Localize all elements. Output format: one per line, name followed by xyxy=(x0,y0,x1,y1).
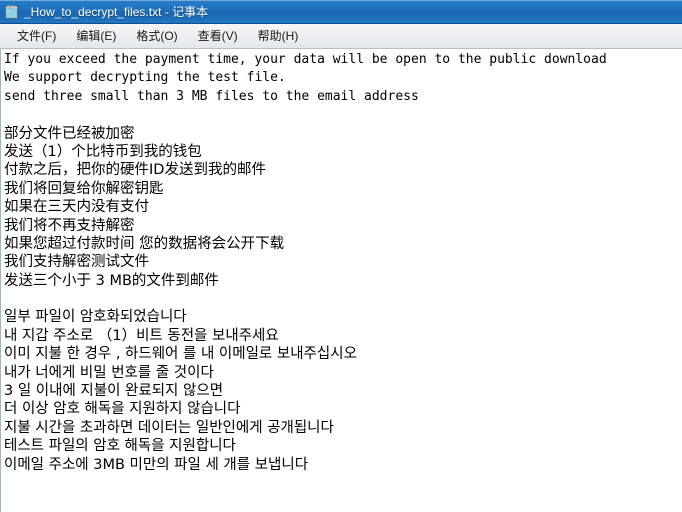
text-line: 내가 너에게 비밀 번호를 줄 것이다 xyxy=(4,364,214,381)
text-line: 3 일 이내에 지불이 완료되지 않으면 xyxy=(4,383,224,400)
text-line: 发送三个小于 3 MB的文件到邮件 xyxy=(4,272,219,289)
text-line: 내 지갑 주소로 （1）비트 동전을 보내주세요 xyxy=(4,327,279,344)
text-line: 我们将不再支持解密 xyxy=(4,217,135,234)
text-line: 이메일 주소에 3MB 미만의 파일 세 개를 보냅니다 xyxy=(4,456,309,473)
text-line: 部分文件已经被加密 xyxy=(4,125,135,142)
text-line-blank xyxy=(4,290,682,308)
menu-file[interactable]: 文件(F) xyxy=(8,25,65,47)
text-line: 이미 지불 한 경우 , 하드웨어 를 내 이메일로 보내주십시오 xyxy=(4,346,357,363)
text-line-blank xyxy=(4,106,682,124)
menu-view[interactable]: 查看(V) xyxy=(189,25,247,47)
text-line: 如果您超过付款时间 您的数据将会公开下载 xyxy=(4,235,285,252)
text-line: 我们支持解密测试文件 xyxy=(4,254,149,271)
text-area-wrapper: If you exceed the payment time, your dat… xyxy=(0,49,682,512)
text-line: 테스트 파일의 암호 해독을 지원합니다 xyxy=(4,438,236,455)
notepad-window: _How_to_decrypt_files.txt - 记事本 文件(F) 编辑… xyxy=(0,0,682,512)
text-line: 如果在三天内没有支付 xyxy=(4,199,149,216)
text-line: 发送（1）个比特币到我的钱包 xyxy=(4,143,202,160)
menu-bar: 文件(F) 编辑(E) 格式(O) 查看(V) 帮助(H) xyxy=(0,24,682,49)
text-line: 지불 시간을 초과하면 데이터는 일반인에게 공개됩니다 xyxy=(4,419,334,436)
text-line: 付款之后，把你的硬件ID发送到我的邮件 xyxy=(4,162,266,179)
text-line: If you exceed the payment time, your dat… xyxy=(4,52,607,67)
text-area[interactable]: If you exceed the payment time, your dat… xyxy=(1,49,682,512)
text-line: 我们将回复给你解密钥匙 xyxy=(4,180,164,197)
text-line: 일부 파일이 암호화되었습니다 xyxy=(4,309,187,326)
text-line-blank xyxy=(4,492,682,510)
text-line: We support decrypting the test file. xyxy=(4,70,286,86)
window-title: _How_to_decrypt_files.txt - 记事本 xyxy=(24,4,209,19)
text-line: send three small than 3 MB files to the … xyxy=(4,88,419,104)
text-line: 더 이상 암호 해독을 지원하지 않습니다 xyxy=(4,401,241,418)
text-line-blank xyxy=(4,474,682,492)
menu-edit[interactable]: 编辑(E) xyxy=(67,25,125,47)
menu-format[interactable]: 格式(O) xyxy=(127,25,186,47)
menu-help[interactable]: 帮助(H) xyxy=(249,25,308,47)
notepad-icon xyxy=(4,4,20,20)
title-bar[interactable]: _How_to_decrypt_files.txt - 记事本 xyxy=(0,0,682,24)
